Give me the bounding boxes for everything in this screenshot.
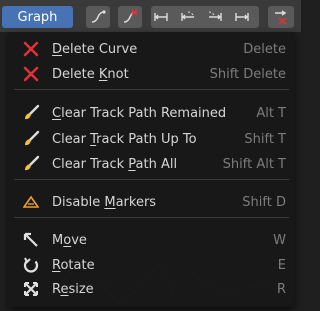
resize-icon (22, 280, 40, 298)
menu-item[interactable]: Rotate E (8, 254, 295, 276)
menu-item-shortcut: Delete (243, 41, 286, 57)
graph-menu-button[interactable]: Graph (2, 6, 73, 28)
label-text: ve (71, 232, 87, 248)
menu-item-shortcut: Alt T (256, 105, 286, 121)
menu-item[interactable]: Clear Track Path Up To Shift T (8, 128, 295, 150)
menu-item-shortcut: Shift T (244, 131, 286, 147)
menu-separator (14, 89, 289, 90)
curve-extend-button[interactable] (86, 6, 110, 28)
menu-item-label: Disable Markers (52, 195, 156, 210)
menu-item-label: Clear Track Path All (52, 157, 177, 172)
label-text: size (68, 281, 94, 297)
menu-separator (14, 217, 289, 218)
label-text: arkers (115, 194, 157, 210)
menu-item[interactable]: Disable Markers Shift D (8, 191, 295, 213)
curve-delete-icon (123, 9, 138, 23)
label-text: Clear Track (52, 156, 129, 172)
marker-triangle-icon (22, 193, 40, 211)
menu-item-shortcut: Shift Delete (209, 66, 286, 82)
label-mnemonic: C (52, 105, 62, 121)
menu-item-label: Rotate (52, 258, 95, 273)
move-arrow-icon (22, 231, 40, 249)
label-text: elete Curve (62, 41, 138, 57)
label-text: M (52, 232, 64, 248)
menu-item[interactable]: Resize R (8, 278, 295, 300)
menu-item[interactable]: Clear Track Path Remained Alt T (8, 102, 295, 124)
label-mnemonic: M (104, 194, 116, 210)
menu-item-label: Resize (52, 282, 94, 297)
label-text: ath All (135, 156, 178, 172)
menu-item[interactable]: Delete Curve Delete (8, 38, 295, 60)
graph-dropdown-menu: Delete Curve Delete Delete Knot Shift Delet… (8, 32, 295, 307)
curve-extend-icon (91, 10, 106, 23)
track-path-all-icon[interactable] (235, 13, 249, 21)
menu-item-label: Move (52, 233, 87, 248)
x-mark-icon (22, 40, 40, 58)
menu-item-shortcut: Shift D (242, 194, 286, 210)
brush-icon (22, 155, 40, 173)
brush-icon (22, 104, 40, 122)
track-path-button-group (151, 6, 259, 28)
curve-delete-button[interactable] (118, 6, 142, 28)
menu-item-shortcut: R (276, 281, 286, 297)
menu-item[interactable]: Delete Knot Shift Delete (8, 63, 295, 85)
menu-item-shortcut: Shift Alt T (222, 156, 286, 172)
curve-hide-button[interactable] (268, 6, 294, 28)
menu-item-label: Delete Curve (52, 42, 137, 57)
track-path-down-icon[interactable] (208, 11, 222, 21)
label-text: otate (60, 257, 95, 273)
label-mnemonic: o (63, 232, 72, 248)
menu-item[interactable]: Move W (8, 229, 295, 251)
menu-separator (14, 179, 289, 180)
label-text: Delete (52, 66, 99, 82)
menu-item-label: Clear Track Path Remained (52, 106, 226, 121)
track-path-range-icon[interactable] (154, 13, 168, 21)
menu-item-label: Delete Knot (52, 67, 129, 82)
label-mnemonic: D (52, 41, 63, 57)
label-text: lear Track Path Remained (61, 105, 227, 121)
label-mnemonic: P (128, 156, 136, 172)
x-mark-icon (22, 65, 40, 83)
label-text: not (107, 66, 129, 82)
menu-item[interactable]: Clear Track Path All Shift Alt T (8, 153, 295, 175)
label-text: Clear (52, 131, 91, 147)
graph-toolbar: Graph (0, 0, 301, 32)
menu-item-shortcut: E (277, 257, 286, 273)
menu-item-label: Clear Track Path Up To (52, 132, 197, 147)
curve-hide-icon (275, 10, 287, 25)
track-path-up-icon[interactable] (181, 11, 195, 21)
rotate-icon (22, 256, 40, 274)
brush-icon (22, 130, 40, 148)
track-path-icons (154, 11, 249, 21)
label-text: Disable (52, 194, 105, 210)
label-text: rack Path Up To (96, 131, 197, 147)
menu-item-shortcut: W (273, 232, 286, 248)
